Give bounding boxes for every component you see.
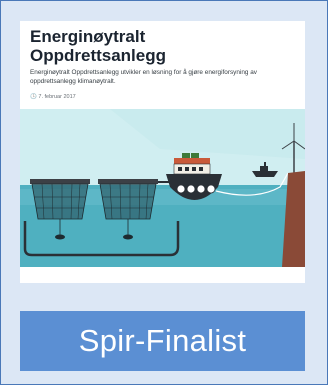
article-description: Energinøytralt Oppdrettsanlegg utvikler …: [30, 69, 257, 85]
date-text: 7. februar 2017: [38, 94, 76, 100]
badge-label: Spir-Finalist: [78, 323, 247, 358]
heading-line-2: Oppdrettsanlegg: [30, 46, 167, 65]
heading-line-1: Energinøytralt: [30, 27, 146, 46]
article-card[interactable]: Energinøytralt Oppdrettsanlegg Energinøy…: [20, 21, 305, 283]
seafloor-band: [20, 267, 305, 283]
article-heading: Energinøytralt Oppdrettsanlegg: [30, 27, 290, 65]
finalist-badge: Spir-Finalist: [20, 311, 305, 371]
fish-farm-illustration: [20, 109, 305, 283]
article-date: 🕒 7. februar 2017: [30, 94, 76, 100]
